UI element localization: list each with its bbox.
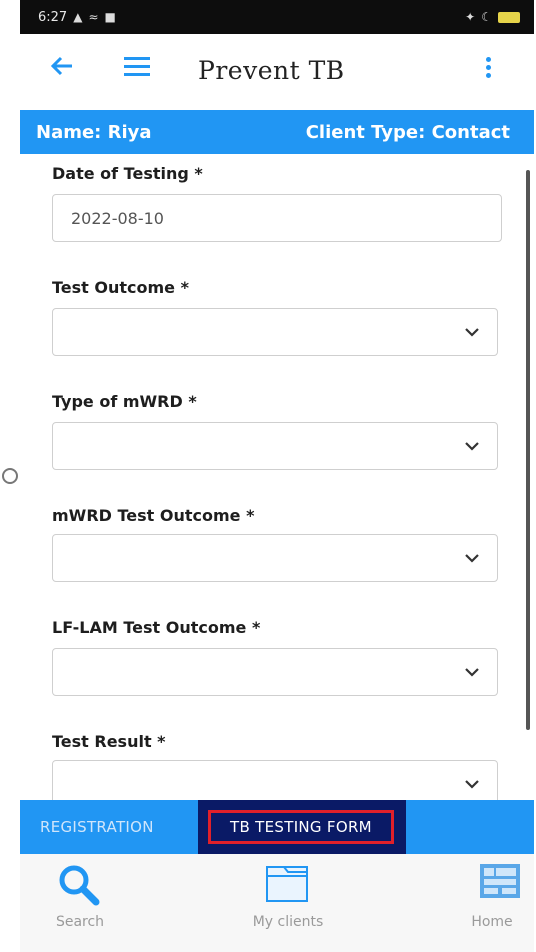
nav-home[interactable]: Home xyxy=(432,854,534,952)
tab-tb-testing-form[interactable]: TB TESTING FORM xyxy=(198,800,406,854)
back-arrow-icon[interactable] xyxy=(48,52,80,84)
client-name: Name: Riya xyxy=(36,121,152,143)
nav-search-label: Search xyxy=(55,914,105,930)
type-of-mwrd-label: Type of mWRD * xyxy=(52,392,197,411)
type-of-mwrd-select[interactable] xyxy=(52,422,498,470)
form-tabs: REGISTRATION TB TESTING FORM xyxy=(20,800,534,854)
nav-search[interactable]: Search xyxy=(20,854,140,952)
phone-screen: 6:27 ▲ ≈ ■ ✦ ☾ Prevent TB Name: Riya Cli… xyxy=(20,0,534,952)
signal-icon: ▲ xyxy=(73,10,83,24)
chevron-down-icon xyxy=(465,442,479,451)
tab-registration[interactable]: REGISTRATION xyxy=(40,818,154,836)
bottom-navigation: Search My clients Home xyxy=(20,854,534,952)
chevron-down-icon xyxy=(465,554,479,563)
mwrd-test-outcome-select[interactable] xyxy=(52,534,498,582)
chevron-down-icon xyxy=(465,668,479,677)
chevron-down-icon xyxy=(465,780,479,789)
folder-icon xyxy=(266,866,308,902)
battery-icon xyxy=(498,11,520,23)
hamburger-menu-icon[interactable] xyxy=(120,52,154,84)
date-of-testing-input[interactable]: 2022-08-10 xyxy=(52,194,502,242)
left-edge-handle xyxy=(2,468,18,484)
test-outcome-label: Test Outcome * xyxy=(52,278,189,297)
wifi-icon: ≈ xyxy=(88,10,99,24)
home-dashboard-icon xyxy=(480,864,520,898)
client-info-bar: Name: Riya Client Type: Contact xyxy=(20,110,534,154)
status-bar: 6:27 ▲ ≈ ■ ✦ ☾ xyxy=(20,0,534,34)
notification-icon: ■ xyxy=(104,10,116,24)
back-arrow-svg xyxy=(50,56,72,76)
lf-lam-test-outcome-label: LF-LAM Test Outcome * xyxy=(52,618,261,637)
nav-home-label: Home xyxy=(471,914,513,930)
nav-my-clients-label: My clients xyxy=(252,914,324,930)
date-of-testing-label: Date of Testing * xyxy=(52,164,203,183)
mwrd-test-outcome-label: mWRD Test Outcome * xyxy=(52,506,255,525)
test-result-label: Test Result * xyxy=(52,732,166,751)
nav-my-clients[interactable]: My clients xyxy=(228,854,348,952)
more-options-icon[interactable] xyxy=(478,54,498,84)
test-outcome-select[interactable] xyxy=(52,308,498,356)
moon-icon: ☾ xyxy=(481,10,492,24)
lf-lam-test-outcome-select[interactable] xyxy=(52,648,498,696)
testing-form: Date of Testing * 2022-08-10 Test Outcom… xyxy=(20,154,534,800)
client-type: Client Type: Contact xyxy=(305,121,510,143)
data-saver-icon: ✦ xyxy=(465,10,476,24)
scrollbar[interactable] xyxy=(526,170,530,730)
chevron-down-icon xyxy=(465,328,479,337)
search-icon xyxy=(59,865,100,906)
status-time: 6:27 xyxy=(38,9,68,25)
app-bar: Prevent TB xyxy=(20,34,534,110)
app-title: Prevent TB xyxy=(198,56,345,85)
test-result-select[interactable] xyxy=(52,760,498,800)
tab-tb-testing-form-label: TB TESTING FORM xyxy=(208,810,394,844)
